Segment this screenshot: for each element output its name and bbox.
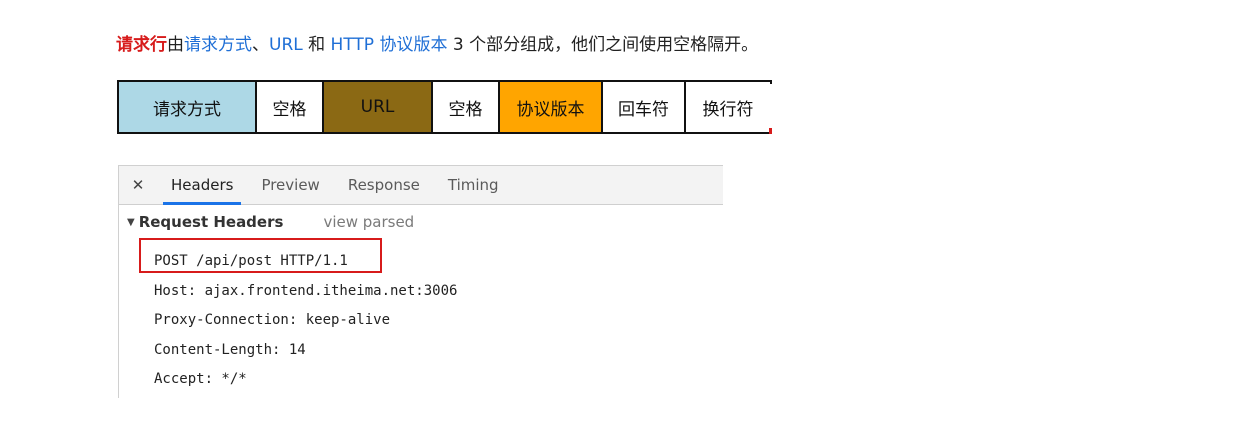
intro-sentence: 请求行由请求方式、URL 和 HTTP 协议版本 3 个部分组成，他们之间使用空… xyxy=(116,33,758,57)
tab-headers[interactable]: Headers xyxy=(157,166,247,205)
header-line: Content-Length: 14 xyxy=(154,341,306,358)
close-icon[interactable]: ✕ xyxy=(119,166,157,204)
header-line: Accept: */* xyxy=(154,371,247,387)
header-line: Proxy-Connection: keep-alive xyxy=(154,312,391,328)
intro-tail: 3 个部分组成，他们之间使用空格隔开。 xyxy=(447,35,759,55)
devtools-panel: ✕ Headers Preview Response Timing ▼ Requ… xyxy=(118,165,723,398)
segment-line-feed: 换行符 xyxy=(686,82,772,132)
request-headers-section[interactable]: ▼ Request Headers view parsed xyxy=(127,213,414,231)
tab-response[interactable]: Response xyxy=(334,166,434,204)
segment-carriage-return: 回车符 xyxy=(603,82,686,132)
version-link[interactable]: HTTP 协议版本 xyxy=(331,35,448,55)
devtools-tabbar: ✕ Headers Preview Response Timing xyxy=(119,166,723,205)
segment-space-1: 空格 xyxy=(257,82,324,132)
header-line: Host: ajax.frontend.itheima.net:3006 xyxy=(154,282,458,299)
collapse-triangle-icon[interactable]: ▼ xyxy=(127,217,135,228)
segment-url: URL xyxy=(324,82,433,132)
header-lines: POST /api/post HTTP/1.1 Host: ajax.front… xyxy=(154,247,457,395)
tab-preview[interactable]: Preview xyxy=(247,166,333,204)
tab-timing[interactable]: Timing xyxy=(434,166,513,204)
section-title: Request Headers xyxy=(138,213,284,231)
segment-space-2: 空格 xyxy=(433,82,500,132)
request-line-diagram: 请求方式 空格 URL 空格 协议版本 回车符 换行符 xyxy=(117,80,772,134)
view-parsed-link[interactable]: view parsed xyxy=(323,213,414,231)
request-line-term: 请求行 xyxy=(116,35,167,55)
method-link[interactable]: 请求方式 xyxy=(184,35,252,55)
intro-and: 和 xyxy=(302,35,331,55)
segment-method: 请求方式 xyxy=(119,82,257,132)
segment-version: 协议版本 xyxy=(500,82,603,132)
url-link[interactable]: URL xyxy=(269,35,303,55)
intro-separator: 、 xyxy=(252,35,269,55)
red-edge-mark xyxy=(769,84,772,134)
header-line: POST /api/post HTTP/1.1 xyxy=(154,253,348,269)
intro-text: 由 xyxy=(167,35,184,55)
